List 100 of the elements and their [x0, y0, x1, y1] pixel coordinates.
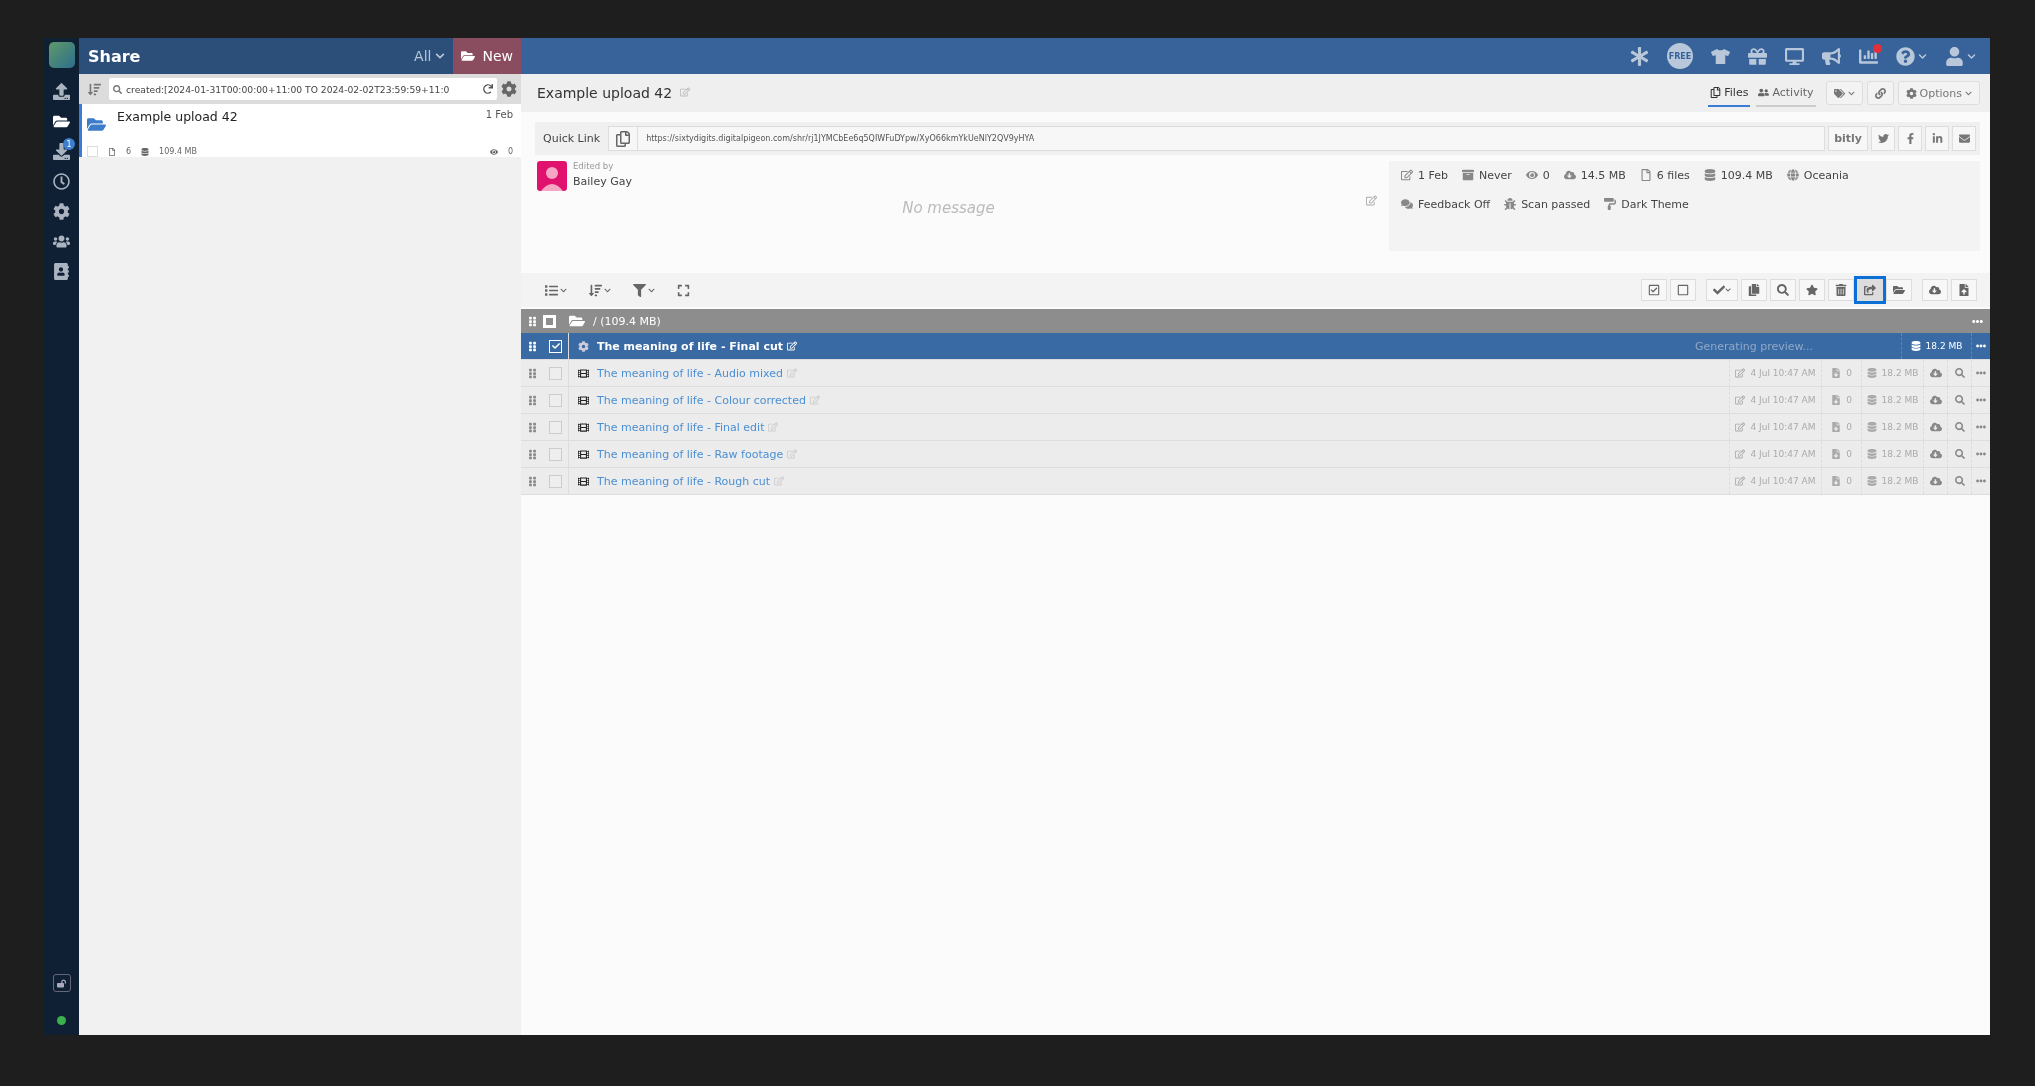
search-icon[interactable]: [1954, 395, 1965, 405]
cloud-download-icon[interactable]: [1929, 421, 1942, 433]
search-field[interactable]: created:[2024-01-31T00:00:00+11:00 TO 2024-02-02T23:59:59+11:0: [109, 78, 497, 100]
move-button[interactable]: [1886, 279, 1912, 301]
upload-item[interactable]: Example upload 42 1 Feb 6 109.4 MB 0: [79, 104, 521, 157]
drag-handle-icon[interactable]: [526, 315, 538, 327]
tags-button[interactable]: [1825, 81, 1863, 105]
edit-icon[interactable]: [787, 341, 798, 351]
search-icon[interactable]: [1954, 476, 1965, 486]
bird-icon: [1877, 133, 1889, 144]
edit-icon: [1735, 449, 1746, 459]
checkbox[interactable]: [87, 146, 98, 157]
settings-icon[interactable]: [501, 81, 517, 97]
notification-dot: [1873, 43, 1882, 53]
checked-box-icon: [1648, 284, 1660, 296]
facebook-button[interactable]: [1898, 126, 1922, 151]
search-icon[interactable]: [1954, 368, 1965, 378]
address-book-icon: [53, 262, 70, 280]
file-icon: [1639, 169, 1652, 181]
favourite-button[interactable]: [1799, 279, 1825, 301]
view-button[interactable]: [545, 283, 567, 297]
file-name[interactable]: The meaning of life - Final cut: [597, 339, 784, 353]
file-size: 18.2 MB: [1881, 449, 1919, 459]
panel-title: Share: [87, 46, 142, 66]
link-button[interactable]: [1866, 81, 1894, 105]
checkbox[interactable]: [549, 474, 562, 488]
message-field[interactable]: No message: [537, 191, 1360, 251]
count-badge: 1: [63, 138, 75, 150]
upload-button[interactable]: [1951, 279, 1977, 301]
file-size: 18.2 MB: [1881, 422, 1919, 432]
stat-label: 109.4 MB: [1720, 169, 1773, 182]
search-icon[interactable]: [1954, 449, 1965, 459]
linkedin-button[interactable]: [1925, 126, 1949, 151]
copy-button[interactable]: [608, 126, 639, 151]
uncheck-all-button[interactable]: [1670, 279, 1696, 301]
checkbox[interactable]: [549, 393, 562, 407]
chart-icon[interactable]: [1859, 46, 1878, 66]
help-icon[interactable]: [1896, 46, 1915, 66]
drag-handle-icon[interactable]: [526, 394, 538, 406]
tab[interactable]: Files: [1708, 79, 1751, 107]
cloud-download-icon[interactable]: [1929, 475, 1942, 487]
checkbox[interactable]: [549, 366, 562, 380]
lock-button[interactable]: [52, 974, 71, 992]
app-logo[interactable]: [48, 42, 75, 68]
megaphone-icon[interactable]: [1822, 46, 1841, 66]
database-icon: [1866, 422, 1877, 432]
refresh-icon[interactable]: [483, 84, 493, 94]
tab[interactable]: Activity: [1756, 79, 1816, 107]
twitter-button[interactable]: [1871, 126, 1895, 151]
free-badge[interactable]: FREE: [1667, 43, 1693, 69]
cloud-download-icon[interactable]: [1929, 367, 1942, 379]
paint-roller-icon: [1604, 198, 1617, 210]
email-button[interactable]: [1952, 126, 1976, 151]
user-icon[interactable]: [1945, 46, 1964, 66]
file-row[interactable]: The meaning of life - Audio mixed 4 Jul 10:47 AM 0 18.2 MB: [521, 360, 1990, 387]
edit-icon[interactable]: [1366, 195, 1377, 206]
file-name[interactable]: The meaning of life - Final edit: [597, 420, 765, 434]
file-row[interactable]: The meaning of life - Rough cut 4 Jul 10:47 AM 0 18.2 MB: [521, 468, 1990, 495]
checkbox[interactable]: [549, 420, 562, 434]
sort-button[interactable]: [589, 283, 611, 297]
nav-button[interactable]: 1: [44, 136, 79, 166]
approve-button[interactable]: [1706, 279, 1738, 301]
preview-button[interactable]: [1770, 279, 1796, 301]
drag-handle-icon[interactable]: [526, 367, 538, 379]
file-name[interactable]: The meaning of life - Rough cut: [597, 474, 771, 488]
monitor-icon[interactable]: [1785, 46, 1804, 66]
download-button[interactable]: [1922, 279, 1948, 301]
file-row[interactable]: The meaning of life - Raw footage 4 Jul 10:47 AM 0 18.2 MB: [521, 441, 1990, 468]
folder-row[interactable]: / (109.4 MB): [521, 309, 1990, 333]
copy-button[interactable]: [1741, 279, 1767, 301]
file-name[interactable]: The meaning of life - Audio mixed: [597, 366, 783, 380]
check-all-button[interactable]: [1641, 279, 1667, 301]
expand-button[interactable]: [677, 283, 690, 297]
asterisk-icon[interactable]: [1630, 46, 1649, 66]
file-row[interactable]: The meaning of life - Final edit 4 Jul 10:47 AM 0 18.2 MB: [521, 414, 1990, 441]
file-name[interactable]: The meaning of life - Raw footage: [597, 447, 784, 461]
film-icon: [577, 367, 589, 379]
file-row[interactable]: The meaning of life - Final cut Generating preview... 18.2 MB: [521, 333, 1990, 360]
file-row[interactable]: The meaning of life - Colour corrected 4 Jul 10:47 AM 0 18.2 MB: [521, 387, 1990, 414]
checkbox[interactable]: [549, 447, 562, 461]
drag-handle-icon[interactable]: [526, 421, 538, 433]
cloud-download-icon[interactable]: [1929, 394, 1942, 406]
gift-icon[interactable]: [1748, 46, 1767, 66]
drag-handle-icon[interactable]: [526, 340, 538, 352]
file-name[interactable]: The meaning of life - Colour corrected: [597, 393, 806, 407]
shorten-button[interactable]: bitly: [1828, 126, 1868, 151]
delete-button[interactable]: [1828, 279, 1854, 301]
options-button[interactable]: Options: [1897, 81, 1980, 105]
drag-handle-icon[interactable]: [526, 475, 538, 487]
edit-icon: [1735, 395, 1746, 405]
filter-button[interactable]: [633, 283, 655, 297]
link-field[interactable]: https://sixtydigits.digitalpigeon.com/shr/rj1JYMCbEe6q5QIWFuDYpw/XyO66kmYkUeNlY2QV9yHYA: [638, 126, 1826, 151]
filter-dropdown[interactable]: All: [414, 48, 454, 64]
shirt-icon[interactable]: [1711, 46, 1730, 66]
new-button[interactable]: New: [453, 38, 521, 74]
cloud-download-icon[interactable]: [1929, 448, 1942, 460]
share-button[interactable]: [1857, 279, 1883, 301]
edit-icon: [1735, 422, 1746, 432]
drag-handle-icon[interactable]: [526, 448, 538, 460]
search-icon[interactable]: [1954, 422, 1965, 432]
